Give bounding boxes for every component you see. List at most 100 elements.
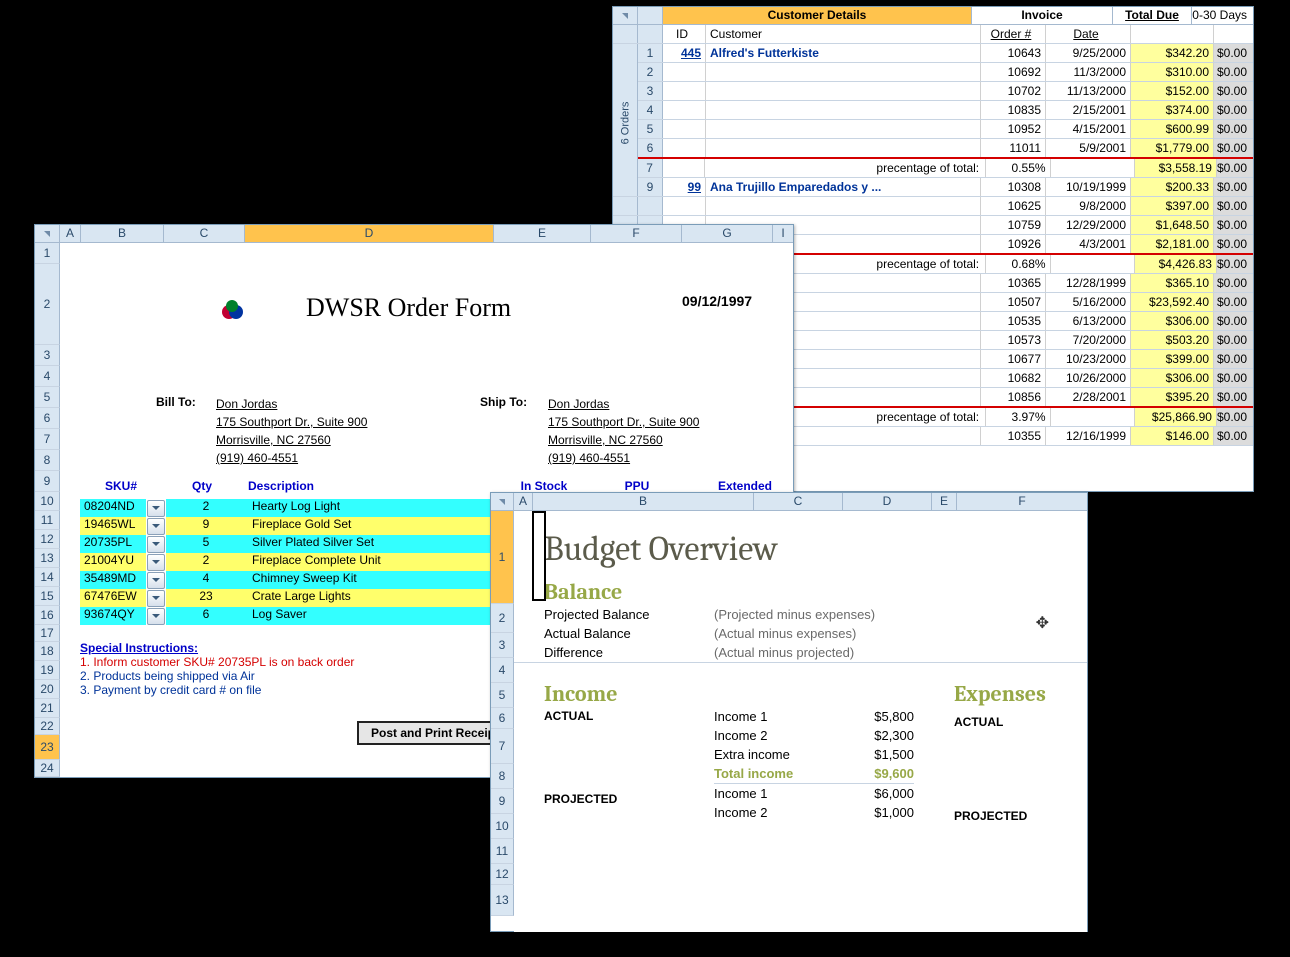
row-number[interactable]: 10 (491, 814, 514, 839)
row-number[interactable]: 23 (35, 735, 60, 760)
customer-row[interactable]: 6110115/9/2001$1,779.00$0.00 (613, 139, 1253, 159)
row-number[interactable]: 7 (35, 429, 60, 450)
group-label-text: 6 Orders (619, 101, 631, 144)
customer-row[interactable]: 21069211/3/2000$310.00$0.00 (613, 63, 1253, 82)
triangle-icon (622, 13, 628, 19)
row-number[interactable]: 5 (491, 683, 514, 708)
row-number[interactable]: 3 (491, 633, 514, 658)
row-number[interactable]: 11 (491, 839, 514, 864)
row-number[interactable]: 5 (35, 387, 60, 408)
chevron-down-icon[interactable] (147, 572, 165, 589)
customer-row[interactable]: 5109524/15/2001$600.99$0.00 (613, 120, 1253, 139)
balance-row-difference: Difference(Actual minus projected) (514, 643, 1087, 663)
col-date: Date (1046, 25, 1131, 43)
spacer-col (638, 7, 663, 24)
active-cell-cursor[interactable] (532, 511, 546, 601)
row-number[interactable]: 13 (491, 885, 514, 916)
row-number[interactable]: 7 (491, 729, 514, 764)
row-number[interactable]: 19 (35, 661, 60, 680)
row-number[interactable]: 18 (35, 642, 60, 661)
customer-row[interactable]: 106259/8/2000$397.00$0.00 (613, 197, 1253, 216)
bill-to-address: Don Jordas 175 Southport Dr., Suite 900 … (216, 395, 367, 467)
col-C[interactable]: C (164, 225, 245, 242)
row-number[interactable]: 3 (35, 345, 60, 366)
row-number[interactable]: 1 (35, 243, 60, 264)
row-number[interactable]: 2 (35, 264, 60, 345)
col-A[interactable]: A (60, 225, 81, 242)
row-number[interactable]: 14 (35, 568, 60, 587)
expenses-projected-label: PROJECTED (954, 807, 1087, 823)
col-D[interactable]: D (843, 493, 932, 510)
budget-overview-window: A B C D E F 12345678910111213 Budget Ove… (490, 492, 1088, 932)
row-number[interactable]: 22 (35, 718, 60, 735)
header-total-due: Total Due (1113, 7, 1192, 24)
corner-cell[interactable] (35, 225, 60, 242)
row-number[interactable]: 11 (35, 511, 60, 530)
sku-dropdown[interactable] (146, 589, 166, 607)
row-number[interactable]: 6 (35, 408, 60, 429)
col-E[interactable]: E (494, 225, 591, 242)
row-number[interactable]: 9 (491, 789, 514, 814)
header-0-30-days: 0-30 Days (1192, 7, 1253, 24)
col-id: ID (663, 25, 706, 43)
row-number[interactable]: 12 (491, 864, 514, 885)
col-F[interactable]: F (957, 493, 1087, 510)
row-number[interactable]: 17 (35, 625, 60, 642)
row-number[interactable]: 4 (35, 366, 60, 387)
chevron-down-icon[interactable] (147, 554, 165, 571)
col-D[interactable]: D (245, 225, 494, 242)
row-number[interactable]: 6 (491, 708, 514, 729)
row-number[interactable]: 20 (35, 680, 60, 699)
row-number[interactable]: 9 (35, 471, 60, 492)
row-number[interactable]: 16 (35, 606, 60, 625)
triangle-icon (499, 499, 505, 505)
customer-row[interactable]: 999Ana Trujillo Emparedados y ...1030810… (613, 178, 1253, 197)
col-B[interactable]: B (81, 225, 164, 242)
col-E[interactable]: E (932, 493, 957, 510)
chevron-down-icon[interactable] (147, 500, 165, 517)
customer-header-row-1: Customer Details Invoice Total Due 0-30 … (613, 7, 1253, 25)
customer-row[interactable]: 1445Alfred's Futterkiste106439/25/2000$3… (613, 44, 1253, 63)
chevron-down-icon[interactable] (147, 608, 165, 625)
row-number[interactable]: 12 (35, 530, 60, 549)
sku-dropdown[interactable] (146, 553, 166, 571)
ship-to-address: Don Jordas 175 Southport Dr., Suite 900 … (548, 395, 699, 467)
col-G[interactable]: G (682, 225, 773, 242)
customer-row[interactable]: 7precentage of total:0.55%$3,558.19$0.00 (613, 159, 1253, 178)
row-number[interactable]: 21 (35, 699, 60, 718)
sku-dropdown[interactable] (146, 499, 166, 517)
row-number[interactable]: 2 (491, 604, 514, 633)
income-actual-2: Income 2$2,300 (714, 726, 914, 745)
row-number[interactable]: 4 (491, 658, 514, 683)
header-customer-details: Customer Details (663, 7, 972, 24)
row-number[interactable]: 10 (35, 492, 60, 511)
sku-dropdown[interactable] (146, 535, 166, 553)
sku-dropdown[interactable] (146, 571, 166, 589)
budget-title: Budget Overview (514, 511, 1087, 579)
col-C[interactable]: C (754, 493, 843, 510)
row-number[interactable]: 13 (35, 549, 60, 568)
row-number[interactable]: 24 (35, 760, 60, 777)
row-number[interactable]: 8 (35, 450, 60, 471)
col-I[interactable]: I (773, 225, 793, 242)
col-F[interactable]: F (591, 225, 682, 242)
row-number[interactable]: 8 (491, 764, 514, 789)
triangle-icon (44, 231, 50, 237)
sku-dropdown[interactable] (146, 607, 166, 625)
chevron-down-icon[interactable] (147, 536, 165, 553)
corner-cell[interactable] (491, 493, 514, 510)
corner-cell[interactable] (613, 7, 638, 24)
budget-column-headers: A B C D E F (491, 493, 1087, 511)
col-A[interactable]: A (514, 493, 533, 510)
ship-to-label: Ship To: (480, 395, 527, 409)
row-number[interactable]: 1 (491, 511, 514, 604)
chevron-down-icon[interactable] (147, 590, 165, 607)
customer-row[interactable]: 31070211/13/2000$152.00$0.00 (613, 82, 1253, 101)
chevron-down-icon[interactable] (147, 518, 165, 535)
customer-row[interactable]: 4108352/15/2001$374.00$0.00 (613, 101, 1253, 120)
col-B[interactable]: B (533, 493, 754, 510)
sku-dropdown[interactable] (146, 517, 166, 535)
row-number[interactable]: 15 (35, 587, 60, 606)
income-projected-2: Income 2$1,000 (714, 803, 914, 822)
group-label-6-orders[interactable]: 6 Orders (613, 60, 638, 185)
